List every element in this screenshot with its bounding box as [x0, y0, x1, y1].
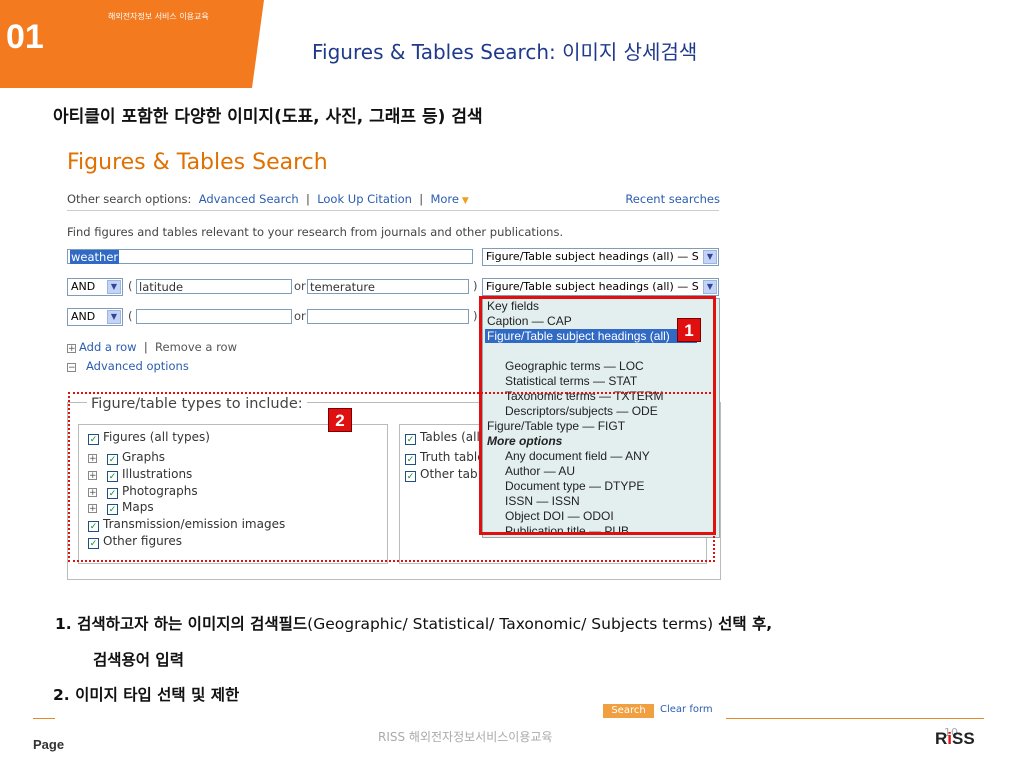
note-1-bold-end: 선택 후, — [718, 615, 773, 633]
separator: | — [419, 192, 424, 206]
advanced-options-toggle[interactable]: − Advanced options — [67, 359, 189, 373]
search-input-row2a[interactable]: latitude — [136, 279, 292, 294]
separator: | — [143, 340, 148, 354]
row2a-value: latitude — [139, 280, 184, 294]
field-select-row1-value: Figure/Table subject headings (all) — S — [486, 250, 699, 263]
footer-rule-right — [726, 718, 984, 719]
field-select-row1[interactable]: Figure/Table subject headings (all) — S ▼ — [482, 248, 719, 266]
operator-select-row2[interactable]: AND ▼ — [67, 278, 123, 296]
chevron-down-icon[interactable]: ▼ — [459, 196, 469, 206]
close-paren: ) — [473, 309, 478, 323]
operator-row3-value: AND — [71, 310, 96, 323]
search-button[interactable]: Search — [603, 704, 654, 718]
other-options-label: Other search options: — [67, 192, 192, 206]
clear-form-link[interactable]: Clear form — [660, 704, 713, 718]
logo-r: R — [935, 729, 948, 748]
chevron-down-icon[interactable]: ▼ — [703, 250, 717, 264]
footer-center-text: RISS 해외전자정보서비스이용교육 — [378, 730, 553, 744]
section-subtitle: 해외전자정보 서비스 이용교육 — [108, 12, 209, 21]
slide-title: Figures & Tables Search: 이미지 상세검색 — [312, 40, 698, 64]
row2b-value: temerature — [310, 280, 375, 294]
chevron-down-icon[interactable]: ▼ — [703, 280, 717, 294]
instructions-text: Find figures and tables relevant to your… — [67, 225, 564, 239]
annotation-badge-2: 2 — [328, 408, 352, 432]
advanced-options-link[interactable]: Advanced options — [86, 359, 189, 373]
operator-row2-value: AND — [71, 280, 96, 293]
advanced-search-link[interactable]: Advanced Search — [199, 192, 299, 206]
section-number: 01 — [6, 18, 44, 56]
open-paren: ( — [128, 309, 133, 323]
add-remove-row: + Add a row | Remove a row — [67, 340, 237, 354]
open-paren: ( — [128, 279, 133, 293]
note-line-2: 검색용어 입력 — [93, 648, 184, 670]
field-select-row2[interactable]: Figure/Table subject headings (all) — S ▼ — [482, 278, 719, 296]
note-1-normal: (Geographic/ Statistical/ Taxonomic/ Sub… — [307, 615, 719, 633]
chevron-down-icon[interactable]: ▼ — [107, 280, 121, 294]
operator-select-row3[interactable]: AND ▼ — [67, 308, 123, 326]
riss-logo: RiSS — [935, 729, 975, 749]
search-input-row3b[interactable] — [307, 309, 469, 324]
add-row-link[interactable]: Add a row — [79, 340, 137, 354]
minus-icon: − — [67, 363, 76, 373]
other-search-options: Other search options: Advanced Search | … — [67, 192, 469, 206]
search-term-weather: weather — [70, 250, 120, 264]
close-paren: ) — [473, 279, 478, 293]
note-line-3: 2. 이미지 타입 선택 및 제한 — [53, 683, 239, 705]
footer-rule-left — [33, 718, 55, 719]
separator: | — [306, 192, 310, 206]
chevron-down-icon[interactable]: ▼ — [107, 310, 121, 324]
recent-searches-link[interactable]: Recent searches — [625, 192, 720, 206]
more-link[interactable]: More — [430, 192, 459, 206]
note-2-bold: 검색용어 입력 — [93, 651, 184, 669]
annotation-badge-1: 1 — [677, 318, 701, 342]
page-label: Page — [33, 737, 65, 752]
search-input-row3a[interactable] — [136, 309, 292, 324]
search-page-screenshot: Figures & Tables Search Other search opt… — [60, 146, 726, 594]
field-select-row2-value: Figure/Table subject headings (all) — S — [486, 280, 699, 293]
note-1-bold: 1. 검색하고자 하는 이미지의 검색필드 — [55, 615, 308, 633]
search-input-row2b[interactable]: temerature — [307, 279, 469, 294]
note-line-1: 1. 검색하고자 하는 이미지의 검색필드(Geographic/ Statis… — [55, 612, 772, 634]
slide-subtitle: 아티클이 포함한 다양한 이미지(도표, 사진, 그래프 등) 검색 — [53, 107, 483, 127]
divider — [67, 210, 719, 211]
search-page-title: Figures & Tables Search — [67, 150, 328, 175]
look-up-citation-link[interactable]: Look Up Citation — [317, 192, 412, 206]
note-3-bold: 2. 이미지 타입 선택 및 제한 — [53, 686, 240, 704]
or-label: or — [294, 309, 306, 323]
or-label: or — [294, 279, 306, 293]
logo-rest: SS — [952, 729, 975, 748]
remove-row-link[interactable]: Remove a row — [155, 340, 237, 354]
plus-icon: + — [67, 344, 76, 354]
search-input-row1[interactable]: weather — [67, 249, 473, 264]
